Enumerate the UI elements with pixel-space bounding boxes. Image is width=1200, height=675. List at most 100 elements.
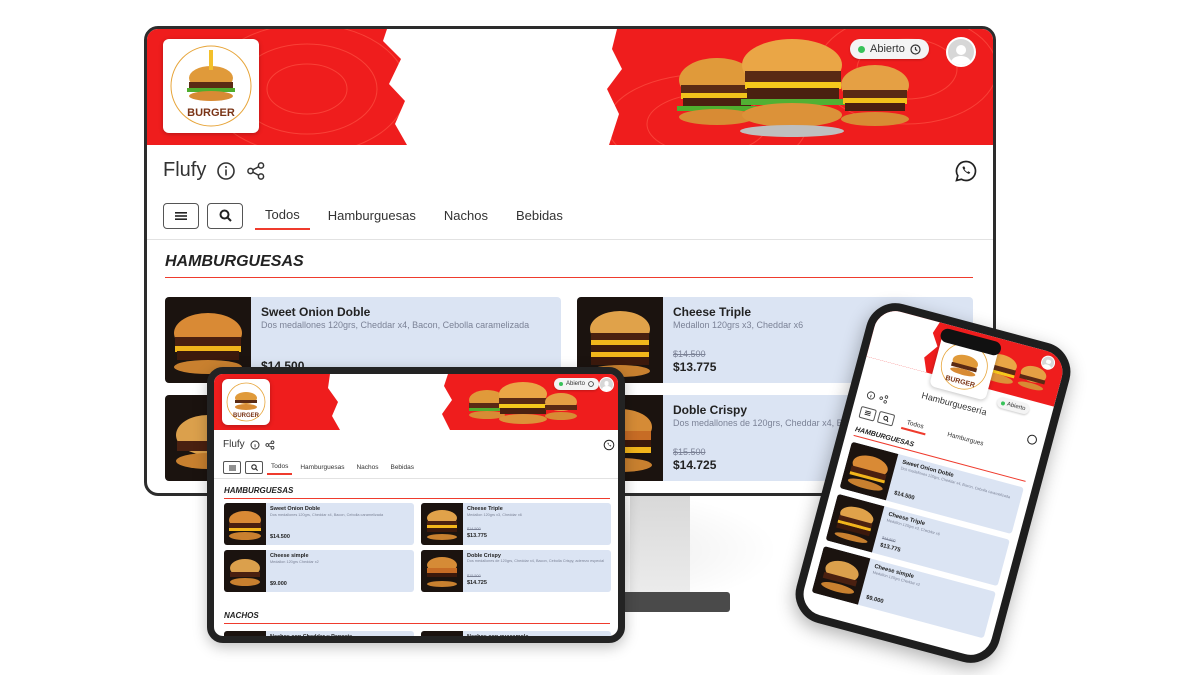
- status-label: Abierto: [1006, 401, 1027, 412]
- product-name: Sweet Onion Doble: [270, 506, 321, 512]
- product-price: $9.000: [270, 581, 287, 587]
- product-image: [224, 550, 266, 592]
- product-price: $13.775: [879, 542, 902, 554]
- logo-text: BURGER: [187, 107, 235, 119]
- product-price: $14.725: [673, 458, 717, 472]
- title-row: Flufy: [223, 439, 275, 450]
- product-card[interactable]: Sweet Onion Doble Dos medallones 120grs,…: [224, 503, 414, 545]
- torn-paper-shape: [328, 374, 452, 430]
- product-description: Dos medallones 120grs, Cheddar x4, Bacon…: [261, 320, 530, 330]
- whatsapp-icon[interactable]: [603, 439, 615, 451]
- product-card[interactable]: Doble Crispy Dos medallones de 120grs, C…: [421, 550, 611, 592]
- user-avatar-icon[interactable]: [599, 377, 614, 392]
- status-dot: [1000, 400, 1006, 406]
- page-title: Flufy: [163, 159, 207, 181]
- status-dot: [559, 382, 563, 386]
- product-name: Nachos con Cheddar y Panceta: [270, 634, 353, 640]
- logo-text: BURGER: [233, 413, 260, 419]
- menu-icon: [175, 211, 187, 220]
- product-name: Nachos con guacamole: [467, 634, 529, 640]
- product-description: Medallon 120grs Cheddar x2: [270, 560, 319, 564]
- product-old-price: $14.500: [673, 349, 706, 359]
- product-price: $14.725: [467, 580, 487, 586]
- product-price: $13.775: [673, 360, 717, 374]
- search-button[interactable]: [245, 461, 263, 474]
- tab-bebidas[interactable]: Bebidas: [506, 202, 573, 229]
- status-label: Abierto: [870, 43, 905, 55]
- product-name: Cheese Triple: [467, 506, 503, 512]
- tablet-device: BURGER Abierto Flufy Todos Hamburguesas …: [207, 367, 625, 643]
- product-card[interactable]: Cheese Triple Medallon 120grs x3, Chedda…: [421, 503, 611, 545]
- clock-icon: [910, 43, 921, 55]
- menu-button[interactable]: [223, 461, 241, 474]
- product-name: Cheese simple: [270, 553, 309, 559]
- menu-button[interactable]: [858, 405, 878, 422]
- product-old-price: $14.500: [467, 527, 481, 531]
- title-row: Flufy: [163, 159, 266, 182]
- tab-hamburguesas[interactable]: Hamburguesas: [296, 461, 348, 474]
- page-title: Flufy: [223, 439, 245, 450]
- toolbar: Todos Hamburguesas Nachos Bebidas: [223, 460, 418, 475]
- product-name: Sweet Onion Doble: [261, 305, 371, 319]
- product-description: Medallon 120grs x3, Cheddar x6: [673, 320, 804, 330]
- status-badge: Abierto: [850, 39, 929, 59]
- product-image: [825, 493, 885, 553]
- share-icon[interactable]: [265, 439, 275, 450]
- product-name: Doble Crispy: [673, 403, 748, 417]
- product-card[interactable]: Nachos con Cheddar y Panceta: [224, 631, 414, 640]
- info-icon[interactable]: [866, 390, 877, 401]
- product-old-price: $15.500: [467, 574, 481, 578]
- product-description: Medallon 120grs x3, Cheddar x6: [467, 513, 522, 517]
- product-image: [839, 441, 899, 501]
- info-icon[interactable]: [216, 161, 236, 181]
- whatsapp-icon[interactable]: [954, 159, 978, 183]
- search-icon: [883, 415, 889, 422]
- brand-logo[interactable]: BURGER: [222, 379, 270, 425]
- section-title-hamburguesas: HAMBURGUESAS: [165, 253, 973, 278]
- product-price: $14.500: [893, 490, 916, 502]
- burger-logo-icon: BURGER: [170, 45, 252, 127]
- brand-logo[interactable]: BURGER: [163, 39, 259, 133]
- product-image: [224, 631, 266, 636]
- header-banner: BURGER Abierto: [214, 374, 618, 430]
- product-old-price: $14.500: [881, 535, 896, 544]
- product-image: [421, 503, 463, 545]
- divider: [214, 478, 618, 479]
- tab-todos[interactable]: Todos: [900, 416, 929, 436]
- tab-bebidas[interactable]: Bebidas: [386, 461, 418, 474]
- share-icon[interactable]: [878, 393, 889, 404]
- device-mockup-stage: BURGER Abierto Flufy Todos Hamburguesas …: [0, 0, 1200, 675]
- search-icon: [250, 464, 258, 471]
- section-title-hamburguesas: HAMBURGUESAS: [224, 486, 610, 499]
- product-image: [224, 503, 266, 545]
- tab-hamburguesas[interactable]: Hamburguesas: [318, 202, 426, 229]
- search-icon: [219, 209, 232, 222]
- toolbar: Todos Hamburguesas Nachos Bebidas: [163, 201, 573, 230]
- monitor-stand-neck: [630, 495, 690, 593]
- tab-nachos[interactable]: Nachos: [352, 461, 382, 474]
- section-title-nachos: NACHOS: [224, 611, 610, 624]
- search-button[interactable]: [207, 202, 243, 229]
- status-dot: [858, 45, 865, 53]
- product-image: [421, 550, 463, 592]
- info-icon[interactable]: [250, 440, 260, 450]
- tab-nachos[interactable]: Nachos: [434, 202, 498, 229]
- logo-text: BURGER: [944, 375, 975, 390]
- menu-icon: [228, 465, 236, 470]
- user-avatar-icon[interactable]: [946, 37, 976, 67]
- clock-icon: [588, 381, 594, 387]
- product-card[interactable]: Nachos con guacamole: [421, 631, 611, 640]
- product-card[interactable]: Cheese simple Medallon 120grs Cheddar x2…: [224, 550, 414, 592]
- status-label: Abierto: [566, 381, 586, 387]
- tab-hamburguesas[interactable]: Hamburgues: [942, 428, 989, 450]
- tab-todos[interactable]: Todos: [267, 460, 293, 475]
- tab-todos[interactable]: Todos: [255, 201, 310, 230]
- menu-button[interactable]: [163, 202, 199, 229]
- share-icon[interactable]: [246, 161, 266, 181]
- product-price: $9.000: [865, 594, 884, 606]
- product-image: [811, 545, 871, 605]
- search-button[interactable]: [876, 410, 896, 427]
- header-banner: BURGER Abierto: [147, 29, 993, 145]
- menu-icon: [864, 410, 872, 417]
- whatsapp-icon[interactable]: [1025, 433, 1038, 446]
